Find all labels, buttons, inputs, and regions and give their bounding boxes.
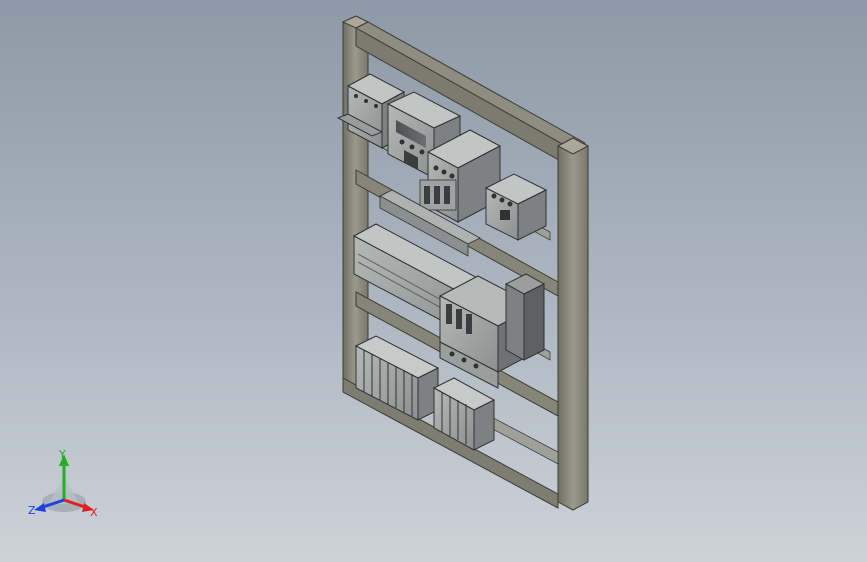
- top-row-components[interactable]: [336, 73, 548, 241]
- frame-left-post: [342, 15, 369, 399]
- triad-z-arrow: [34, 503, 46, 512]
- frame-right-post: [557, 137, 589, 511]
- triad-x-label: X: [90, 506, 98, 519]
- triad-z-label: Z: [28, 504, 36, 517]
- triad-y-label: Y: [58, 448, 66, 461]
- motor-starter[interactable]: [438, 273, 546, 389]
- cad-viewport[interactable]: [0, 0, 867, 562]
- orientation-triad[interactable]: Y X Z: [24, 446, 104, 526]
- contactor-3[interactable]: [484, 173, 548, 241]
- terminal-block-left[interactable]: [354, 335, 440, 421]
